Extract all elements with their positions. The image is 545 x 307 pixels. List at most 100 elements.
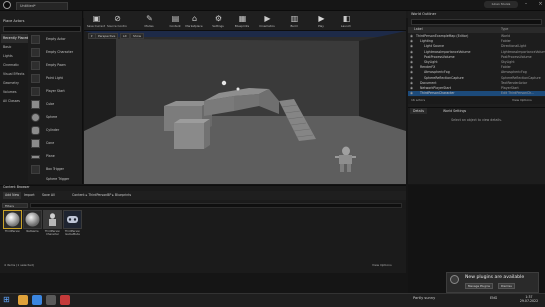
marketplace-icon: ⌂ xyxy=(191,14,198,23)
details-empty-message: Select an object to view details. xyxy=(451,118,502,122)
content-path-breadcrumb[interactable]: Content ▸ ThirdPersonBP ▸ Blueprints xyxy=(72,192,131,199)
eye-icon[interactable]: ◉ xyxy=(410,91,413,96)
content-button[interactable]: ▤ Content xyxy=(165,13,185,30)
actor-thumbnail xyxy=(31,61,40,70)
plugin-icon xyxy=(450,275,459,284)
content-browser-title: Content Browser xyxy=(3,185,30,189)
category-volumes[interactable]: Volumes xyxy=(1,88,28,97)
launch-button[interactable]: ◧ Launch xyxy=(336,13,356,30)
breadcrumb-thirdpersonbp[interactable]: ThirdPersonBP xyxy=(88,193,111,197)
system-clock[interactable]: 1:37 29.07.2022 xyxy=(515,295,543,303)
place-item-plane[interactable]: Plane xyxy=(29,150,82,163)
show-button[interactable]: Show xyxy=(130,33,145,39)
outliner-view-options[interactable]: View Options xyxy=(512,98,532,103)
modes-button[interactable]: ✎ Modes xyxy=(139,13,159,30)
perspective-button[interactable]: Perspective xyxy=(95,33,119,39)
file-explorer-icon[interactable] xyxy=(18,295,28,305)
import-button[interactable]: Import xyxy=(22,192,37,199)
category-basic[interactable]: Basic xyxy=(1,43,28,52)
world-settings-tab[interactable]: World Settings xyxy=(440,108,469,114)
column-label-header[interactable]: Label xyxy=(414,27,423,32)
category-visual-effects[interactable]: Visual Effects xyxy=(1,70,28,79)
chrome-icon[interactable] xyxy=(32,295,42,305)
marketplace-button[interactable]: ⌂ Marketplace xyxy=(184,13,204,30)
level-viewport[interactable] xyxy=(84,31,406,184)
content-search-input[interactable] xyxy=(30,203,402,208)
place-item-player-start[interactable]: Player Start xyxy=(29,85,82,98)
breadcrumb-blueprints[interactable]: Blueprints xyxy=(115,193,131,197)
outliner-search-input[interactable] xyxy=(411,19,542,25)
category-lights[interactable]: Lights xyxy=(1,52,28,61)
launch-icon: ◧ xyxy=(342,14,351,23)
place-item-empty-actor[interactable]: Empty Actor xyxy=(29,33,82,46)
minimize-icon[interactable]: – xyxy=(523,2,529,8)
asset-thirdperson-character[interactable]: ThirdPerson Character xyxy=(43,210,62,240)
place-actors-title: Place Actors xyxy=(3,19,25,23)
place-item-empty-character[interactable]: Empty Character xyxy=(29,46,82,59)
build-button[interactable]: ▥ Build xyxy=(284,13,304,30)
viewport-scene xyxy=(84,31,406,184)
place-item-cone[interactable]: Cone xyxy=(29,137,82,150)
place-item-cylinder[interactable]: Cylinder xyxy=(29,124,82,137)
user-account-button[interactable]: Iulian Sturza xyxy=(484,1,518,8)
blueprints-button[interactable]: ▦ Blueprints xyxy=(232,13,252,30)
box-trigger-icon xyxy=(31,165,40,174)
cone-icon xyxy=(31,139,40,148)
save-icon: ▣ xyxy=(92,14,101,23)
place-item-sphere[interactable]: Sphere xyxy=(29,111,82,124)
player-start-icon xyxy=(31,87,40,96)
lit-button[interactable]: Lit xyxy=(120,33,130,39)
unreal-icon[interactable] xyxy=(46,295,56,305)
category-geometry[interactable]: Geometry xyxy=(1,79,28,88)
asset-netgame[interactable]: NetGame xyxy=(23,210,42,240)
actor-thumbnail xyxy=(31,48,40,57)
settings-icon: ⚙ xyxy=(214,14,223,23)
cinematics-button[interactable]: ▶ Cinematics xyxy=(257,13,277,30)
place-item-empty-pawn[interactable]: Empty Pawn xyxy=(29,59,82,72)
close-icon[interactable]: × xyxy=(537,1,544,8)
windows-start-icon[interactable]: ⊞ xyxy=(3,296,11,304)
outliner-row-type: Edit ThirdPersonCh... xyxy=(501,91,535,96)
asset-thirdperson-gamemode[interactable]: ThirdPerson GameMode xyxy=(63,210,82,240)
place-actors-search-input[interactable] xyxy=(3,26,81,32)
language-indicator[interactable]: ENG xyxy=(490,296,497,300)
outliner-row[interactable]: ◉ ThirdPersonCharacter Edit ThirdPersonCh.… xyxy=(408,91,545,97)
save-all-button[interactable]: Save All xyxy=(40,192,57,199)
filters-button[interactable]: Filters xyxy=(2,203,28,208)
material-sphere-icon xyxy=(3,210,22,229)
cinematics-icon: ▶ xyxy=(264,14,271,23)
asset-thirdperson[interactable]: ThirdPerson xyxy=(3,210,22,240)
document-tab[interactable]: Untitled* xyxy=(16,2,68,10)
weather-widget[interactable]: Partly sunny xyxy=(413,296,435,300)
cylinder-icon xyxy=(31,126,40,135)
breadcrumb-content[interactable]: Content xyxy=(72,193,85,197)
settings-button[interactable]: ⚙ Settings xyxy=(208,13,228,30)
source-control-icon: ⊘ xyxy=(114,14,121,23)
play-icon: ▶ xyxy=(318,14,325,23)
title-bar xyxy=(0,0,545,11)
play-button[interactable]: ▶ Play xyxy=(311,13,331,30)
actor-count: 16 actors xyxy=(411,98,426,102)
save-current-button[interactable]: ▣ Save Current xyxy=(86,13,106,30)
category-cinematic[interactable]: Cinematic xyxy=(1,61,28,70)
dismiss-button[interactable]: Dismiss xyxy=(498,283,515,289)
gamemode-blueprint-icon xyxy=(63,210,82,229)
content-icon: ▤ xyxy=(171,14,180,23)
place-item-sphere-trigger[interactable]: Sphere Trigger xyxy=(29,174,82,184)
content-view-options[interactable]: View Options xyxy=(372,263,392,267)
place-item-cube[interactable]: Cube xyxy=(29,98,82,111)
place-item-point-light[interactable]: Point Light xyxy=(29,72,82,85)
build-icon: ▥ xyxy=(290,14,299,23)
add-new-button[interactable]: Add New xyxy=(3,192,22,199)
column-type-header[interactable]: Type xyxy=(501,27,508,32)
category-recently-placed[interactable]: Recently Placed xyxy=(1,34,28,43)
modes-icon: ✎ xyxy=(146,14,153,23)
details-tab[interactable]: Details xyxy=(410,108,428,114)
category-all-classes[interactable]: All Classes xyxy=(1,97,28,106)
taskbar xyxy=(0,293,545,307)
red-app-icon[interactable] xyxy=(60,295,70,305)
source-control-button[interactable]: ⊘ Source Control xyxy=(107,13,127,30)
manage-plugins-button[interactable]: Manage Plugins xyxy=(465,283,494,289)
character-blueprint-icon xyxy=(43,210,62,229)
unreal-logo-icon[interactable] xyxy=(3,1,11,9)
